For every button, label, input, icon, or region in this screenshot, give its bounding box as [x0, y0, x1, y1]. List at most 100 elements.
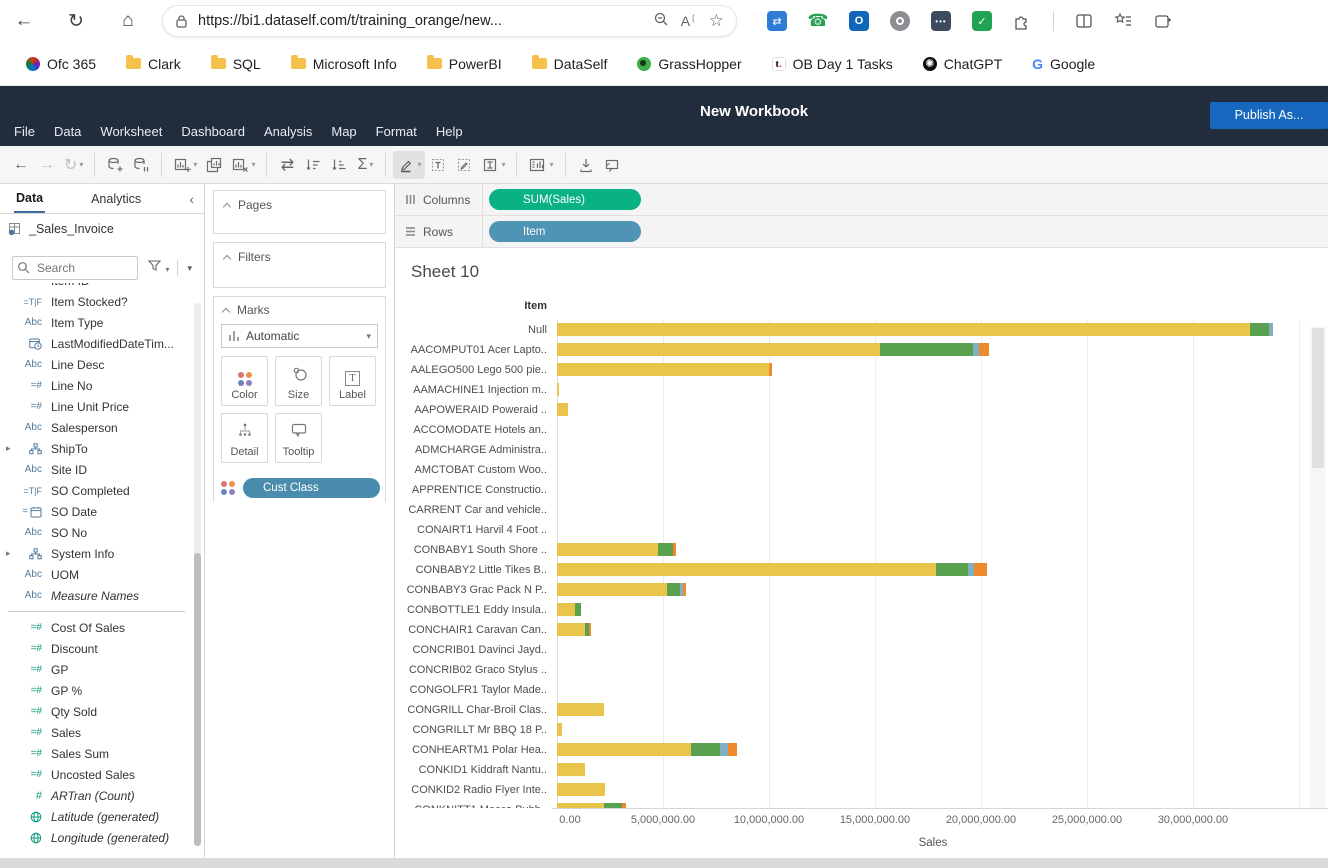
menu-data[interactable]: Data [54, 124, 81, 139]
totals-button[interactable]: Σ▾ [352, 151, 378, 179]
tab-data[interactable]: Data [14, 185, 45, 213]
bar-segment[interactable] [936, 563, 968, 576]
bar-segment[interactable] [557, 763, 585, 776]
field-item-stocked-[interactable]: =T|FItem Stocked? [0, 291, 193, 312]
rows-shelf[interactable]: Rows Item [395, 216, 1328, 248]
detail-button[interactable]: Detail [221, 413, 268, 463]
new-data-source-button[interactable] [102, 151, 128, 179]
menu-dashboard[interactable]: Dashboard [181, 124, 245, 139]
bar-segment[interactable] [720, 743, 728, 756]
bar-segment[interactable] [557, 363, 769, 376]
bookmark-ob-day-1-tasks[interactable]: t.OB Day 1 Tasks [772, 56, 893, 72]
sort-descending-button[interactable] [326, 151, 352, 179]
menu-format[interactable]: Format [376, 124, 417, 139]
bar-segment[interactable] [557, 563, 936, 576]
bookmark-ofc-365[interactable]: Ofc 365 [26, 56, 96, 72]
bar-segment[interactable] [557, 723, 562, 736]
duplicate-sheet-button[interactable] [201, 151, 227, 179]
sort-ascending-button[interactable] [300, 151, 326, 179]
show-me-button[interactable]: ▾ [524, 151, 557, 179]
remote-desktop-icon[interactable]: ⇄ [767, 11, 787, 31]
show-mark-labels-button[interactable] [425, 151, 451, 179]
tab-analytics[interactable]: Analytics [91, 192, 141, 206]
row-label[interactable]: ACCOMODATE Hotels an.. [395, 420, 552, 440]
bookmark-clark[interactable]: Clark [126, 56, 181, 72]
redo-button[interactable]: → [34, 151, 60, 179]
row-label[interactable]: AAMACHINE1 Injection m.. [395, 380, 552, 400]
expander-icon[interactable]: ▸ [6, 548, 11, 559]
home-icon[interactable]: ⌂ [116, 10, 140, 32]
menu-map[interactable]: Map [331, 124, 356, 139]
field-so-date[interactable]: =SO Date [0, 501, 193, 522]
menu-worksheet[interactable]: Worksheet [100, 124, 162, 139]
field-artran-count-[interactable]: #ARTran (Count) [0, 785, 193, 806]
bar-segment[interactable] [769, 363, 772, 376]
row-label[interactable]: APPRENTICE Constructio.. [395, 480, 552, 500]
split-screen-icon[interactable] [1075, 12, 1093, 30]
bookmark-google[interactable]: GGoogle [1032, 56, 1095, 72]
bar-segment[interactable] [589, 623, 591, 636]
field-lastmodifieddatetim-[interactable]: LastModifiedDateTim... [0, 333, 193, 354]
size-button[interactable]: Size [275, 356, 322, 406]
publish-button[interactable]: Publish As... [1210, 102, 1328, 129]
password-manager-icon[interactable]: ••• [931, 11, 951, 31]
task-check-icon[interactable]: ✓ [972, 11, 992, 31]
field-longitude-generated-[interactable]: Longitude (generated) [0, 827, 193, 848]
search-input[interactable] [12, 256, 138, 280]
bar-segment[interactable] [658, 543, 673, 556]
row-label[interactable]: CONCHAIR1 Caravan Can.. [395, 620, 552, 640]
row-field-header[interactable]: Item [395, 300, 552, 312]
field-sales[interactable]: =#Sales [0, 722, 193, 743]
download-button[interactable] [573, 151, 599, 179]
row-label[interactable]: CONKID2 Radio Flyer Inte.. [395, 780, 552, 800]
row-label[interactable]: CONBOTTLE1 Eddy Insula.. [395, 600, 552, 620]
phone-icon[interactable]: ☎ [808, 11, 828, 31]
field-line-unit-price[interactable]: =#Line Unit Price [0, 396, 193, 417]
collections-icon[interactable] [1114, 12, 1133, 30]
bar-segment[interactable] [557, 703, 604, 716]
row-label[interactable]: CONGRILL Char-Broil Clas.. [395, 700, 552, 720]
bar-segment[interactable] [557, 383, 559, 396]
field-measure-names[interactable]: AbcMeasure Names [0, 585, 193, 606]
clear-sheet-button[interactable]: ▾ [227, 151, 259, 179]
outlook-icon[interactable]: O [849, 11, 869, 31]
undo-button[interactable]: ← [8, 151, 34, 179]
mark-type-dropdown[interactable]: Automatic ▾ [221, 324, 378, 348]
bar-segment[interactable] [557, 603, 575, 616]
field-sales-sum[interactable]: =#Sales Sum [0, 743, 193, 764]
field-filter-icon[interactable]: ▾ [148, 259, 169, 277]
field-item-type[interactable]: AbcItem Type [0, 312, 193, 333]
item-pill[interactable]: Item [489, 221, 641, 242]
field-site-id[interactable]: AbcSite ID [0, 459, 193, 480]
bar-segment[interactable] [557, 583, 667, 596]
field-uom[interactable]: AbcUOM [0, 564, 193, 585]
back-icon[interactable]: ← [12, 10, 36, 32]
row-label[interactable]: CONBABY3 Grac Pack N P.. [395, 580, 552, 600]
field-line-no[interactable]: =#Line No [0, 375, 193, 396]
row-label[interactable]: AAPOWERAID Poweraid .. [395, 400, 552, 420]
cust-class-pill[interactable]: Cust Class [243, 478, 380, 498]
row-label[interactable]: CARRENT Car and vehicle.. [395, 500, 552, 520]
row-label[interactable]: CONKNITT1 Mecca Bubb.. [395, 800, 552, 808]
bar-segment[interactable] [557, 543, 658, 556]
row-label[interactable]: CONGOLFR1 Taylor Made.. [395, 680, 552, 700]
columns-shelf[interactable]: Columns SUM(Sales) [395, 184, 1328, 216]
row-label[interactable]: AALEGO500 Lego 500 pie.. [395, 360, 552, 380]
favorite-star-icon[interactable]: ☆ [709, 11, 724, 31]
row-label[interactable]: AMCTOBAT Custom Woo.. [395, 460, 552, 480]
view-options-icon[interactable]: ▾ [187, 263, 192, 274]
new-worksheet-button[interactable]: ▾ [169, 151, 201, 179]
horizontal-scrollbar[interactable] [0, 858, 1328, 868]
bar-segment[interactable] [974, 563, 987, 576]
field-shipto[interactable]: ▸ShipTo [0, 438, 193, 459]
bookmark-grasshopper[interactable]: GrassHopper [637, 56, 741, 72]
field-uncosted-sales[interactable]: =#Uncosted Sales [0, 764, 193, 785]
field-salesperson[interactable]: AbcSalesperson [0, 417, 193, 438]
bar-segment[interactable] [557, 623, 585, 636]
datasource-item[interactable]: _Sales_Invoice [8, 222, 114, 236]
replay-button[interactable]: ↻▾ [60, 151, 87, 179]
bookmark-dataself[interactable]: DataSelf [532, 56, 608, 72]
bar-segment[interactable] [728, 743, 737, 756]
fit-axes-button[interactable]: ▾ [477, 151, 509, 179]
row-label[interactable]: CONGRILLT Mr BBQ 18 P.. [395, 720, 552, 740]
